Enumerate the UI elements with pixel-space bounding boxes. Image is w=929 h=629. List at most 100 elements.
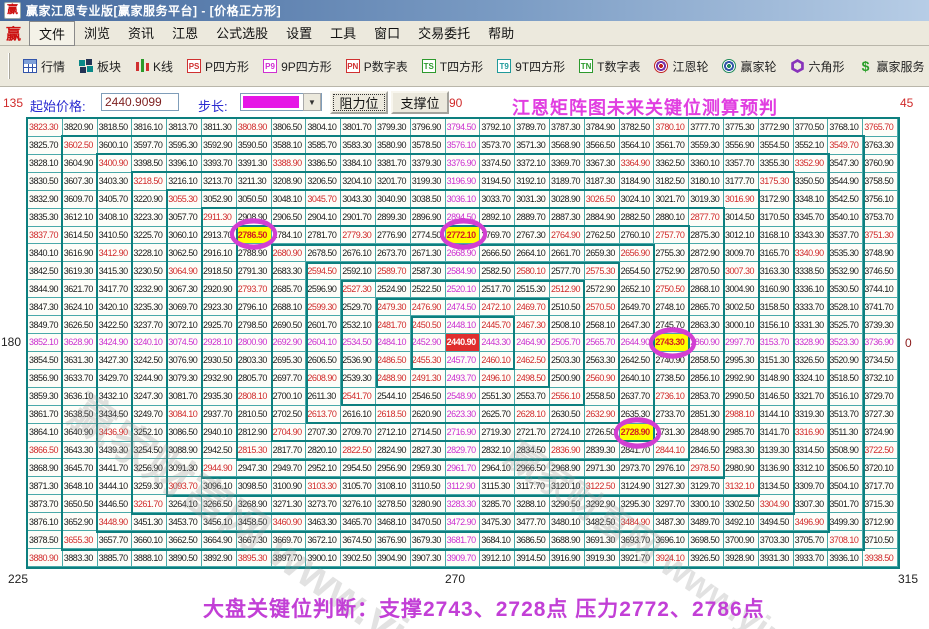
grid-cell[interactable]: 3878.50 <box>28 531 63 549</box>
grid-cell[interactable]: 2632.90 <box>585 406 620 424</box>
grid-cell[interactable]: 3304.90 <box>759 495 794 513</box>
grid-cell[interactable]: 2788.90 <box>237 244 272 262</box>
grid-cell[interactable]: 3691.30 <box>585 531 620 549</box>
grid-cell[interactable]: 2716.90 <box>446 424 481 442</box>
grid-cell[interactable]: 3876.10 <box>28 513 63 531</box>
grid-cell[interactable]: 3091.30 <box>167 459 202 477</box>
grid-cell[interactable]: 3916.90 <box>550 549 585 567</box>
grid-cell[interactable]: 3393.70 <box>202 155 237 173</box>
grid-cell[interactable]: 2767.30 <box>515 227 550 245</box>
grid-cell[interactable]: 2884.90 <box>585 209 620 227</box>
grid-cell[interactable]: 2659.30 <box>585 244 620 262</box>
grid-cell[interactable]: 2702.50 <box>272 406 307 424</box>
grid-cell[interactable]: 3938.50 <box>863 549 898 567</box>
grid-cell[interactable]: 3117.70 <box>515 477 550 495</box>
toolbar-item-9p-square[interactable]: P99P四方形 <box>256 55 339 78</box>
grid-cell[interactable]: 3777.70 <box>689 119 724 137</box>
grid-cell[interactable]: 3708.10 <box>828 531 863 549</box>
grid-cell[interactable]: 2836.90 <box>550 442 585 460</box>
grid-cell[interactable]: 2440.90 <box>446 334 481 352</box>
toolbar-item-winner-wheel[interactable]: 赢家轮 <box>715 55 783 78</box>
grid-cell[interactable]: 2692.90 <box>272 334 307 352</box>
grid-cell[interactable]: 3112.90 <box>446 477 481 495</box>
grid-cell[interactable]: 2820.10 <box>306 442 341 460</box>
toolbar-item-p-square[interactable]: PSP四方形 <box>180 55 256 78</box>
grid-cell[interactable]: 3732.10 <box>863 370 898 388</box>
grid-cell[interactable]: 3825.70 <box>28 137 63 155</box>
grid-cell[interactable]: 3912.10 <box>480 549 515 567</box>
grid-cell[interactable]: 3302.50 <box>724 495 759 513</box>
grid-cell[interactable]: 3511.30 <box>828 424 863 442</box>
grid-cell[interactable]: 3688.90 <box>550 531 585 549</box>
grid-cell[interactable]: 3144.10 <box>759 406 794 424</box>
grid-cell[interactable]: 3897.70 <box>272 549 307 567</box>
grid-cell[interactable]: 2889.70 <box>515 209 550 227</box>
grid-cell[interactable]: 3084.10 <box>167 406 202 424</box>
grid-cell[interactable]: 3069.70 <box>167 298 202 316</box>
grid-cell[interactable]: 3885.70 <box>98 549 133 567</box>
grid-cell[interactable]: 3837.70 <box>28 227 63 245</box>
grid-cell[interactable]: 3494.50 <box>759 513 794 531</box>
grid-cell[interactable]: 3103.30 <box>306 477 341 495</box>
grid-cell[interactable]: 3564.10 <box>620 137 655 155</box>
grid-cell[interactable]: 2481.70 <box>376 316 411 334</box>
grid-cell[interactable]: 3508.90 <box>828 442 863 460</box>
grid-cell[interactable]: 2745.70 <box>654 316 689 334</box>
grid-cell[interactable]: 3470.50 <box>411 513 446 531</box>
grid-cell[interactable]: 2515.30 <box>515 280 550 298</box>
grid-cell[interactable]: 3734.50 <box>863 352 898 370</box>
grid-cell[interactable]: 2455.30 <box>411 352 446 370</box>
grid-cell[interactable]: 3585.70 <box>306 137 341 155</box>
grid-cell[interactable]: 3424.90 <box>98 334 133 352</box>
grid-cell[interactable]: 3391.30 <box>237 155 272 173</box>
grid-cell[interactable]: 3057.70 <box>167 209 202 227</box>
grid-cell[interactable]: 3208.90 <box>272 173 307 191</box>
grid-cell[interactable]: 3931.30 <box>759 549 794 567</box>
grid-cell[interactable]: 3100.90 <box>272 477 307 495</box>
grid-cell[interactable]: 3256.90 <box>132 459 167 477</box>
grid-cell[interactable]: 3417.70 <box>98 280 133 298</box>
grid-cell[interactable]: 2596.90 <box>306 280 341 298</box>
grid-cell[interactable]: 2935.30 <box>202 388 237 406</box>
grid-cell[interactable]: 3285.70 <box>480 495 515 513</box>
grid-cell[interactable]: 2728.90 <box>620 424 655 442</box>
grid-cell[interactable]: 3842.50 <box>28 262 63 280</box>
grid-cell[interactable]: 2906.50 <box>272 209 307 227</box>
grid-cell[interactable]: 3487.30 <box>654 513 689 531</box>
grid-cell[interactable]: 2990.50 <box>724 388 759 406</box>
grid-cell[interactable]: 3220.90 <box>132 191 167 209</box>
grid-cell[interactable]: 3076.90 <box>167 352 202 370</box>
grid-cell[interactable]: 2472.10 <box>480 298 515 316</box>
grid-cell[interactable]: 2966.50 <box>515 459 550 477</box>
grid-cell[interactable]: 3612.10 <box>63 209 98 227</box>
grid-cell[interactable]: 3386.50 <box>306 155 341 173</box>
grid-cell[interactable]: 2529.70 <box>341 298 376 316</box>
grid-cell[interactable]: 2880.10 <box>654 209 689 227</box>
grid-cell[interactable]: 3369.70 <box>550 155 585 173</box>
grid-cell[interactable]: 2832.10 <box>480 442 515 460</box>
grid-cell[interactable]: 2803.30 <box>237 352 272 370</box>
grid-cell[interactable]: 3038.50 <box>411 191 446 209</box>
grid-cell[interactable]: 3724.90 <box>863 424 898 442</box>
grid-cell[interactable]: 2520.10 <box>446 280 481 298</box>
grid-cell[interactable]: 3348.10 <box>794 191 829 209</box>
grid-cell[interactable]: 3350.50 <box>794 173 829 191</box>
grid-cell[interactable]: 2568.10 <box>585 316 620 334</box>
grid-cell[interactable]: 2882.50 <box>620 209 655 227</box>
grid-cell[interactable]: 2556.10 <box>550 388 585 406</box>
grid-cell[interactable]: 3583.30 <box>341 137 376 155</box>
grid-cell[interactable]: 3684.10 <box>480 531 515 549</box>
grid-cell[interactable]: 3312.10 <box>794 459 829 477</box>
grid-cell[interactable]: 2733.70 <box>654 406 689 424</box>
grid-cell[interactable]: 3412.90 <box>98 244 133 262</box>
grid-cell[interactable]: 3451.30 <box>132 513 167 531</box>
grid-cell[interactable]: 3151.30 <box>759 352 794 370</box>
grid-cell[interactable]: 2644.90 <box>620 334 655 352</box>
grid-cell[interactable]: 3372.10 <box>515 155 550 173</box>
grid-cell[interactable]: 2683.30 <box>272 262 307 280</box>
grid-cell[interactable]: 3619.30 <box>63 262 98 280</box>
grid-cell[interactable]: 3213.70 <box>202 173 237 191</box>
grid-cell[interactable]: 2959.30 <box>411 459 446 477</box>
grid-cell[interactable]: 2565.70 <box>585 334 620 352</box>
grid-cell[interactable]: 3775.30 <box>724 119 759 137</box>
